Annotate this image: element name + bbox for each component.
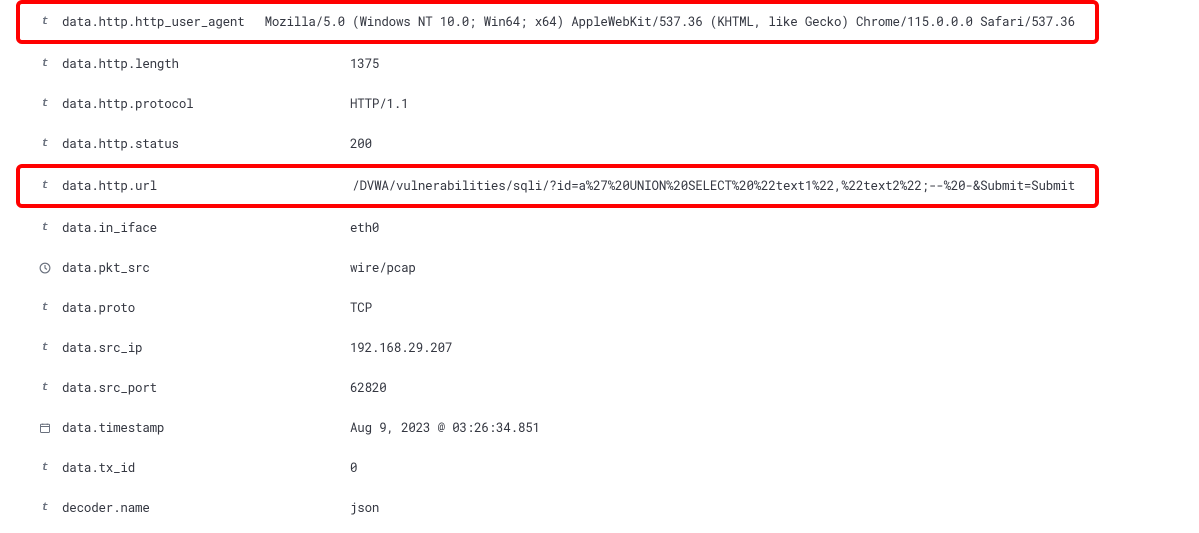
field-name: data.http.status — [62, 136, 179, 152]
field-name-column: data.pkt_src — [0, 260, 330, 276]
field-name-column: t data.proto — [0, 300, 330, 316]
field-value-column: 1375 — [330, 56, 1199, 72]
text-type-icon: t — [38, 341, 52, 355]
field-value-column: 200 — [330, 136, 1199, 152]
field-value: Mozilla/5.0 (Windows NT 10.0; Win64; x64… — [265, 14, 1075, 30]
field-value-column: Aug 9, 2023 @ 03:26:34.851 — [330, 420, 1199, 436]
clock-type-icon — [38, 261, 52, 275]
text-type-icon: t — [38, 57, 52, 71]
field-name: data.in_iface — [62, 220, 157, 236]
field-value: 62820 — [350, 380, 387, 396]
field-value-column: Mozilla/5.0 (Windows NT 10.0; Win64; x64… — [245, 14, 1095, 30]
field-name-column: t data.src_port — [0, 380, 330, 396]
field-value-column: 192.168.29.207 — [330, 340, 1199, 356]
field-row[interactable]: t data.src_port 62820 — [0, 368, 1199, 408]
text-type-icon: t — [38, 97, 52, 111]
field-name: data.proto — [62, 300, 135, 316]
field-value: json — [350, 500, 379, 516]
field-value-column: HTTP/1.1 — [330, 96, 1199, 112]
field-name-column: t data.tx_id — [0, 460, 330, 476]
field-name-column: t decoder.name — [0, 500, 330, 516]
field-value: HTTP/1.1 — [350, 96, 408, 112]
field-value: 200 — [350, 136, 372, 152]
field-name: data.tx_id — [62, 460, 135, 476]
field-value-column: 62820 — [330, 380, 1199, 396]
field-row[interactable]: t data.http.protocol HTTP/1.1 — [0, 84, 1199, 124]
field-value-column: 0 — [330, 460, 1199, 476]
field-name: data.http.length — [62, 56, 179, 72]
field-row[interactable]: t data.http.length 1375 — [0, 44, 1199, 84]
field-name-column: t data.src_ip — [0, 340, 330, 356]
field-value: eth0 — [350, 220, 379, 236]
field-name: decoder.name — [62, 500, 150, 516]
field-row[interactable]: data.pkt_src wire/pcap — [0, 248, 1199, 288]
field-value-column: TCP — [330, 300, 1199, 316]
field-value: TCP — [350, 300, 372, 316]
text-type-icon: t — [38, 179, 52, 193]
text-type-icon: t — [38, 461, 52, 475]
field-name-column: t data.http.length — [0, 56, 330, 72]
field-name-column: t data.http.protocol — [0, 96, 330, 112]
field-name-column: data.timestamp — [0, 420, 330, 436]
field-name: data.http.url — [62, 178, 157, 194]
field-name-column: t data.http.http_user_agent — [20, 14, 245, 30]
field-row[interactable]: t decoder.name json — [0, 488, 1199, 528]
field-value: Aug 9, 2023 @ 03:26:34.851 — [350, 420, 540, 436]
field-name: data.pkt_src — [62, 260, 150, 276]
text-type-icon: t — [38, 15, 52, 29]
field-value-column: /DVWA/vulnerabilities/sqli/?id=a%27%20UN… — [332, 178, 1095, 194]
field-value: wire/pcap — [350, 260, 416, 276]
text-type-icon: t — [38, 221, 52, 235]
field-row[interactable]: t data.proto TCP — [0, 288, 1199, 328]
field-name-column: t data.in_iface — [0, 220, 330, 236]
field-row[interactable]: t data.src_ip 192.168.29.207 — [0, 328, 1199, 368]
field-name: data.http.protocol — [62, 96, 193, 112]
field-value: 1375 — [350, 56, 379, 72]
text-type-icon: t — [38, 381, 52, 395]
field-row[interactable]: t data.http.status 200 — [0, 124, 1199, 164]
field-row[interactable]: t data.http.url /DVWA/vulnerabilities/sq… — [16, 164, 1099, 208]
field-name-column: t data.http.status — [0, 136, 330, 152]
field-row[interactable]: t data.http.http_user_agent Mozilla/5.0 … — [16, 0, 1099, 44]
text-type-icon: t — [38, 301, 52, 315]
field-name: data.src_ip — [62, 340, 142, 356]
field-row[interactable]: data.timestamp Aug 9, 2023 @ 03:26:34.85… — [0, 408, 1199, 448]
calendar-type-icon — [38, 421, 52, 435]
field-value: /DVWA/vulnerabilities/sqli/?id=a%27%20UN… — [352, 178, 1075, 194]
field-value-column: json — [330, 500, 1199, 516]
field-name-column: t data.http.url — [20, 178, 332, 194]
field-value-column: eth0 — [330, 220, 1199, 236]
field-row[interactable]: t data.in_iface eth0 — [0, 208, 1199, 248]
field-name: data.timestamp — [62, 420, 164, 436]
field-value-column: wire/pcap — [330, 260, 1199, 276]
field-row[interactable]: t data.tx_id 0 — [0, 448, 1199, 488]
text-type-icon: t — [38, 137, 52, 151]
field-name: data.http.http_user_agent — [62, 14, 245, 30]
text-type-icon: t — [38, 501, 52, 515]
field-value: 192.168.29.207 — [350, 340, 452, 356]
field-name: data.src_port — [62, 380, 157, 396]
field-value: 0 — [350, 460, 357, 476]
